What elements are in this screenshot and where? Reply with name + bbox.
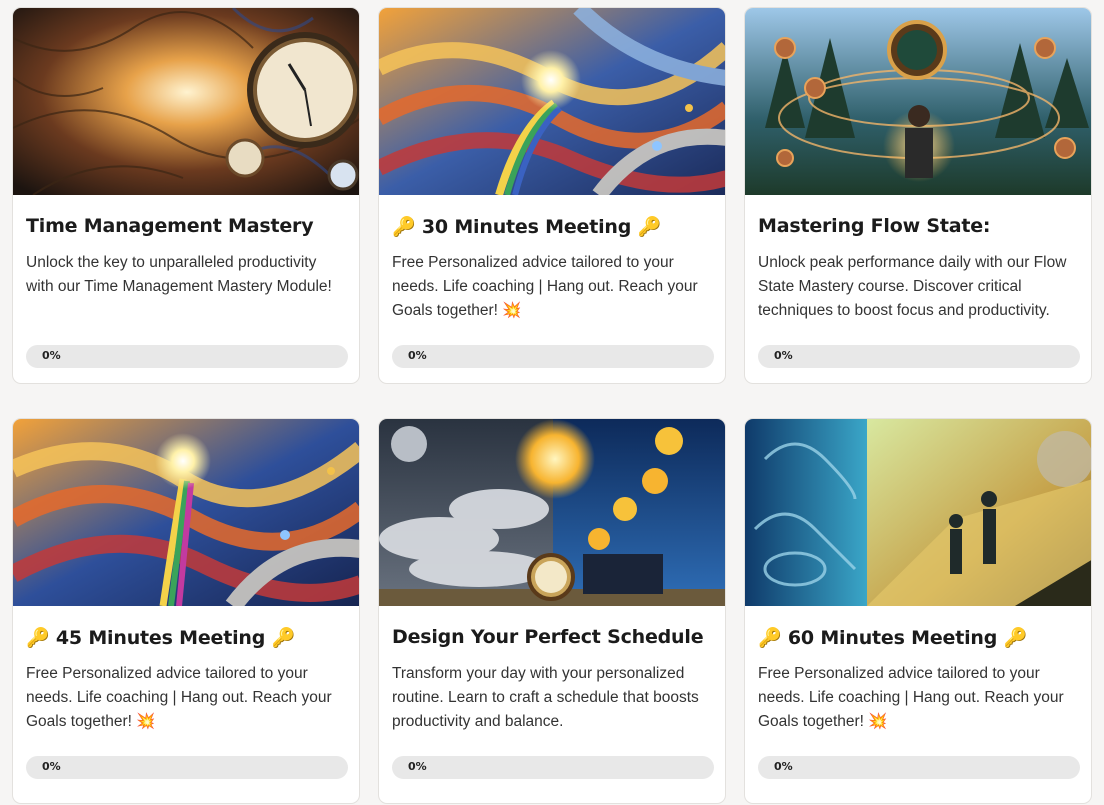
course-grid: Time Management Mastery Unlock the key t… bbox=[0, 0, 1104, 805]
progress-bar: 0% bbox=[758, 345, 1080, 368]
course-thumbnail[interactable] bbox=[745, 8, 1091, 195]
key-icon: 🔑 bbox=[26, 627, 50, 649]
progress-label: 0% bbox=[774, 349, 793, 362]
course-card[interactable]: Time Management Mastery Unlock the key t… bbox=[12, 7, 360, 384]
course-title-text: 45 Minutes Meeting bbox=[55, 627, 266, 649]
course-description: Free Personalized advice tailored to you… bbox=[392, 254, 698, 319]
progress-label: 0% bbox=[774, 760, 793, 773]
course-title[interactable]: Time Management Mastery bbox=[26, 215, 349, 237]
course-description: Unlock peak performance daily with our F… bbox=[758, 254, 1067, 319]
walkers-art-image bbox=[745, 419, 1091, 606]
key-icon: 🔑 bbox=[637, 216, 662, 238]
course-title-text: Mastering Flow State: bbox=[758, 215, 991, 237]
course-title-text: 60 Minutes Meeting bbox=[787, 627, 998, 649]
progress-bar: 0% bbox=[392, 756, 714, 779]
course-title[interactable]: Design Your Perfect Schedule bbox=[392, 626, 715, 648]
progress-bar: 0% bbox=[758, 756, 1080, 779]
course-card[interactable]: 🔑 60 Minutes Meeting 🔑 Free Personalized… bbox=[744, 418, 1092, 804]
key-icon: 🔑 bbox=[271, 627, 296, 649]
progress-bar: 0% bbox=[26, 345, 348, 368]
course-description: Transform your day with your personalize… bbox=[392, 665, 699, 730]
meditation-art-image bbox=[745, 8, 1091, 195]
course-thumbnail[interactable] bbox=[13, 8, 359, 195]
course-title[interactable]: 🔑 30 Minutes Meeting 🔑 bbox=[392, 215, 715, 238]
course-title-text: Design Your Perfect Schedule bbox=[392, 626, 704, 648]
course-thumbnail[interactable] bbox=[13, 419, 359, 606]
course-title[interactable]: 🔑 60 Minutes Meeting 🔑 bbox=[758, 626, 1081, 649]
course-title[interactable]: Mastering Flow State: bbox=[758, 215, 1081, 237]
progress-bar: 0% bbox=[392, 345, 714, 368]
key-icon: 🔑 bbox=[758, 627, 782, 649]
course-thumbnail[interactable] bbox=[379, 419, 725, 606]
swirl-art-image bbox=[13, 419, 359, 606]
key-icon: 🔑 bbox=[1003, 627, 1028, 649]
course-card[interactable]: Mastering Flow State: Unlock peak perfor… bbox=[744, 7, 1092, 384]
progress-label: 0% bbox=[408, 760, 427, 773]
course-thumbnail[interactable] bbox=[379, 8, 725, 195]
course-description: Free Personalized advice tailored to you… bbox=[26, 665, 332, 730]
night-day-art-image bbox=[379, 419, 725, 606]
course-card[interactable]: Design Your Perfect Schedule Transform y… bbox=[378, 418, 726, 804]
course-title-text: Time Management Mastery bbox=[26, 215, 314, 237]
course-thumbnail[interactable] bbox=[745, 419, 1091, 606]
clock-art-image bbox=[13, 8, 359, 195]
course-title[interactable]: 🔑 45 Minutes Meeting 🔑 bbox=[26, 626, 349, 649]
course-title-text: 30 Minutes Meeting bbox=[421, 216, 632, 238]
course-card[interactable]: 🔑 45 Minutes Meeting 🔑 Free Personalized… bbox=[12, 418, 360, 804]
progress-label: 0% bbox=[42, 760, 61, 773]
key-icon: 🔑 bbox=[392, 216, 416, 238]
course-description: Free Personalized advice tailored to you… bbox=[758, 665, 1064, 730]
swirl-art-image bbox=[379, 8, 725, 195]
progress-bar: 0% bbox=[26, 756, 348, 779]
progress-label: 0% bbox=[42, 349, 61, 362]
progress-label: 0% bbox=[408, 349, 427, 362]
course-description: Unlock the key to unparalleled productiv… bbox=[26, 254, 332, 295]
course-card[interactable]: 🔑 30 Minutes Meeting 🔑 Free Personalized… bbox=[378, 7, 726, 384]
